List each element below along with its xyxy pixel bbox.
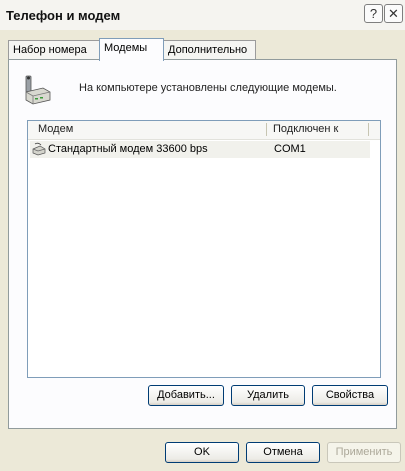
- apply-button[interactable]: Применить: [327, 442, 401, 463]
- properties-button[interactable]: Свойства: [312, 385, 388, 406]
- modem-port: COM1: [274, 143, 306, 155]
- list-item[interactable]: Стандартный модем 33600 bps COM1: [30, 141, 370, 158]
- tab-modems[interactable]: Модемы: [99, 38, 164, 61]
- info-text: На компьютере установлены следующие моде…: [79, 82, 337, 94]
- help-button[interactable]: ?: [364, 4, 383, 23]
- tab-dialing[interactable]: Набор номера: [8, 40, 100, 60]
- modem-icon: [32, 142, 46, 156]
- modem-icon: [25, 75, 51, 105]
- add-button[interactable]: Добавить...: [148, 385, 224, 406]
- title-bar: Телефон и модем ? ✕: [0, 0, 405, 30]
- tab-panel-modems: На компьютере установлены следующие моде…: [8, 59, 397, 429]
- close-button[interactable]: ✕: [384, 4, 403, 23]
- modem-list[interactable]: Модем Подключен к Стандартный модем 3360…: [27, 120, 381, 378]
- column-divider[interactable]: [368, 123, 369, 136]
- column-header-port[interactable]: Подключен к: [273, 123, 338, 135]
- tab-advanced[interactable]: Дополнительно: [163, 40, 256, 60]
- window-title: Телефон и модем: [6, 8, 121, 23]
- column-divider[interactable]: [266, 123, 267, 136]
- ok-button[interactable]: OK: [165, 442, 239, 463]
- list-header: Модем Подключен к: [28, 121, 380, 140]
- remove-button[interactable]: Удалить: [231, 385, 305, 406]
- cancel-button[interactable]: Отмена: [246, 442, 320, 463]
- column-header-modem[interactable]: Модем: [38, 123, 73, 135]
- modem-name: Стандартный модем 33600 bps: [48, 143, 208, 155]
